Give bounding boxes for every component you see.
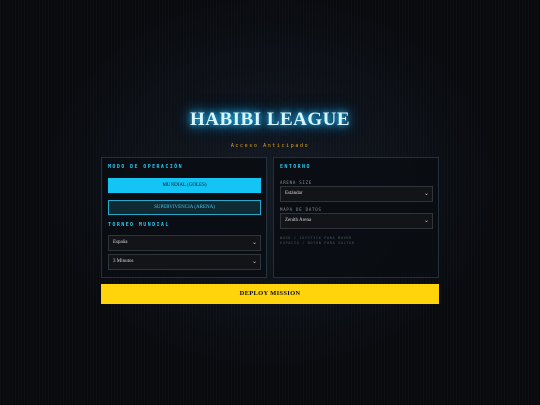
mode-option-mundial[interactable]: MUNDIAL (GOLES) [108, 178, 261, 193]
team-select[interactable]: España ⌄ [108, 235, 261, 251]
arena-size-label: ARENA SIZE [280, 180, 313, 185]
environment-panel: ENTORNO ARENA SIZE Estándar ⌄ MAPA DE DA… [273, 157, 439, 278]
map-value: Zenith Arena [285, 218, 312, 223]
duration-select[interactable]: 3 Minutos ⌄ [108, 254, 261, 270]
deploy-mission-button[interactable]: DEPLOY MISSION [101, 284, 439, 304]
map-select[interactable]: Zenith Arena ⌄ [280, 213, 433, 229]
arena-size-select[interactable]: Estándar ⌄ [280, 186, 433, 202]
mode-panel-title: MODO DE OPERACIÓN [108, 164, 183, 170]
duration-select-value: 3 Minutos [113, 259, 134, 264]
team-select-value: España [113, 240, 128, 245]
arena-size-value: Estándar [285, 191, 303, 196]
controls-hint-jump: ESPACIO / BOTÓN PARA SALTAR [280, 240, 355, 245]
page-subtitle: Acceso Anticipado [230, 143, 310, 149]
chevron-down-icon: ⌄ [423, 190, 429, 197]
chevron-down-icon: ⌄ [251, 258, 257, 265]
map-label: MAPA DE DATOS [280, 207, 322, 212]
tournament-section-title: TORNEO MUNDIAL [108, 222, 170, 228]
controls-hint: WASD / JOYSTICK PARA MOVER ESPACIO / BOT… [280, 236, 430, 245]
chevron-down-icon: ⌄ [423, 217, 429, 224]
page-title: HABIBI LEAGUE [189, 109, 351, 130]
mode-panel: MODO DE OPERACIÓN MUNDIAL (GOLES) SUPERV… [101, 157, 267, 278]
environment-panel-title: ENTORNO [280, 164, 311, 170]
chevron-down-icon: ⌄ [251, 239, 257, 246]
mode-option-supervivencia[interactable]: SUPERVIVENCIA (ARENA) [108, 200, 261, 215]
